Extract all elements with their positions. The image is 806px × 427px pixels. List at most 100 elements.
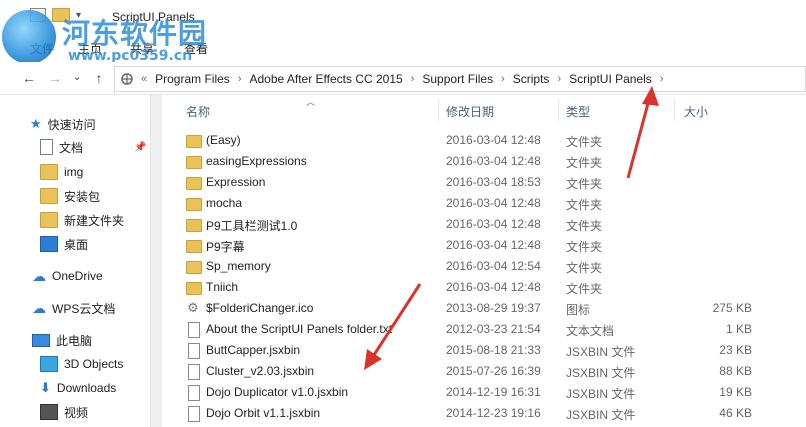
forward-button[interactable]: → — [46, 70, 64, 86]
file-name: P9字幕 — [206, 240, 245, 254]
file-date: 2014-12-19 16:31 — [446, 385, 541, 399]
back-button[interactable]: ← — [20, 70, 38, 86]
column-header-type[interactable]: 类型 — [566, 103, 590, 120]
file-row[interactable]: P9工具栏测试1.0 2016-03-04 12:48 文件夹 — [178, 214, 778, 235]
column-divider[interactable] — [438, 99, 439, 121]
sidebar-item-label: 快速访问 — [47, 117, 96, 132]
file-row[interactable]: Expression 2016-03-04 18:53 文件夹 — [178, 172, 778, 193]
breadcrumb-program-files[interactable]: Program Files — [155, 72, 230, 86]
column-divider[interactable] — [558, 99, 559, 121]
breadcrumb-separator[interactable]: › — [238, 73, 242, 85]
file-row[interactable]: About the ScriptUI Panels folder.txt 201… — [178, 319, 778, 340]
file-name: $FolderiChanger.ico — [206, 301, 314, 315]
file-name: P9工具栏测试1.0 — [206, 219, 298, 233]
file-row[interactable]: P9字幕 2016-03-04 12:48 文件夹 — [178, 235, 778, 256]
sidebar-item-onedrive[interactable]: ☁ OneDrive — [32, 265, 103, 287]
file-date: 2013-08-29 19:37 — [446, 301, 541, 315]
file-type: 文件夹 — [566, 177, 603, 191]
file-row[interactable]: Dojo Duplicator v1.0.jsxbin 2014-12-19 1… — [178, 382, 778, 403]
file-type: 文件夹 — [566, 219, 603, 233]
file-icon — [188, 406, 200, 422]
sidebar-item-3d-objects[interactable]: 3D Objects — [40, 353, 123, 375]
file-row[interactable]: Sp_memory 2016-03-04 12:54 文件夹 — [178, 256, 778, 277]
file-row[interactable]: (Easy) 2016-03-04 12:48 文件夹 — [178, 130, 778, 151]
file-size: 23 KB — [719, 343, 752, 357]
folder-icon — [186, 135, 202, 148]
sidebar-item-wps-cloud[interactable]: ☁ WPS云文档 — [32, 297, 115, 319]
sidebar-item-installers[interactable]: 安装包 — [40, 185, 100, 207]
folder-icon — [186, 156, 202, 169]
address-bar[interactable]: « Program Files › Adobe After Effects CC… — [114, 66, 806, 92]
file-icon — [188, 385, 200, 401]
star-icon: ★ — [30, 116, 42, 131]
folder-icon — [40, 212, 58, 228]
file-date: 2016-03-04 12:48 — [446, 154, 541, 168]
sidebar-item-label: 此电脑 — [56, 333, 93, 348]
sidebar-item-videos[interactable]: 视频 — [40, 401, 88, 423]
file-type: 文件夹 — [566, 135, 603, 149]
breadcrumb-support-files[interactable]: Support Files — [422, 72, 493, 86]
cube-icon — [40, 356, 58, 372]
file-name: easingExpressions — [206, 154, 307, 168]
file-row[interactable]: ButtCapper.jsxbin 2015-08-18 21:33 JSXBI… — [178, 340, 778, 361]
file-type: 图标 — [566, 303, 591, 317]
file-row[interactable]: Dojo Orbit v1.1.jsxbin 2014-12-23 19:16 … — [178, 403, 778, 424]
file-date: 2016-03-04 12:54 — [446, 259, 541, 273]
breadcrumb-separator[interactable]: › — [411, 73, 415, 85]
sidebar-item-downloads[interactable]: ⬇ Downloads — [40, 377, 116, 399]
sidebar-item-new-folder[interactable]: 新建文件夹 — [40, 209, 124, 231]
text-file-icon — [188, 322, 200, 338]
breadcrumb-overflow[interactable]: « — [141, 73, 147, 85]
up-button[interactable]: ↑ — [90, 70, 108, 86]
file-row[interactable]: easingExpressions 2016-03-04 12:48 文件夹 — [178, 151, 778, 172]
sidebar-item-documents[interactable]: 文档 — [40, 136, 83, 158]
folder-icon — [186, 219, 202, 232]
file-name: ButtCapper.jsxbin — [206, 343, 301, 357]
navigation-bar: ← → ⌄ ↑ « Program Files › Adobe After Ef… — [0, 62, 806, 95]
breadcrumb-after-effects[interactable]: Adobe After Effects CC 2015 — [249, 72, 402, 86]
folder-icon — [186, 282, 202, 295]
file-size: 88 KB — [719, 364, 752, 378]
sidebar-item-label: 文档 — [59, 140, 84, 155]
breadcrumb-separator[interactable]: › — [557, 73, 561, 85]
sidebar-item-this-pc[interactable]: 此电脑 — [32, 329, 92, 351]
file-row[interactable]: Tniich 2016-03-04 12:48 文件夹 — [178, 277, 778, 298]
file-row[interactable]: ⚙ $FolderiChanger.ico 2013-08-29 19:37 图… — [178, 298, 778, 319]
file-name: Cluster_v2.03.jsxbin — [206, 364, 315, 378]
file-name: About the ScriptUI Panels folder.txt — [206, 322, 393, 336]
recent-locations-button[interactable]: ⌄ — [68, 70, 86, 83]
column-divider[interactable] — [674, 99, 675, 121]
file-date: 2016-03-04 12:48 — [446, 217, 541, 231]
sidebar-item-label: 3D Objects — [64, 357, 124, 371]
file-type: 文件夹 — [566, 282, 603, 296]
breadcrumb-scriptui-panels[interactable]: ScriptUI Panels — [569, 72, 652, 86]
computer-icon — [32, 333, 50, 347]
file-date: 2012-03-23 21:54 — [446, 322, 541, 336]
sidebar-item-desktop[interactable]: 桌面 — [40, 233, 88, 255]
file-size: 1 KB — [725, 322, 752, 336]
file-row[interactable]: mocha 2016-03-04 12:48 文件夹 — [178, 193, 778, 214]
column-header-size[interactable]: 大小 — [684, 103, 708, 120]
file-name: Dojo Duplicator v1.0.jsxbin — [206, 385, 349, 399]
sidebar-item-label: 安装包 — [64, 189, 101, 204]
gear-icon: ⚙ — [187, 300, 199, 315]
breadcrumb-dropdown[interactable]: › — [660, 73, 664, 85]
file-date: 2015-07-26 16:39 — [446, 364, 541, 378]
sidebar-item-label: 视频 — [64, 405, 89, 420]
pin-icon[interactable]: 📌 — [134, 142, 146, 153]
sidebar-item-quick-access[interactable]: ★ 快速访问 — [30, 113, 96, 135]
file-row[interactable]: Cluster_v2.03.jsxbin 2015-07-26 16:39 JS… — [178, 361, 778, 382]
breadcrumb-separator[interactable]: › — [501, 73, 505, 85]
column-header-name[interactable]: 名称 — [186, 103, 210, 120]
folder-icon — [186, 240, 202, 253]
breadcrumb-scripts[interactable]: Scripts — [513, 72, 550, 86]
column-header-date[interactable]: 修改日期 — [446, 103, 494, 120]
file-date: 2016-03-04 12:48 — [446, 196, 541, 210]
sidebar-item-img[interactable]: img — [40, 161, 83, 183]
file-name: Dojo Orbit v1.1.jsxbin — [206, 406, 321, 420]
documents-icon — [40, 139, 53, 155]
folder-icon — [186, 198, 202, 211]
folder-icon — [186, 177, 202, 190]
desktop-icon — [40, 236, 58, 252]
file-name: Expression — [206, 175, 266, 189]
